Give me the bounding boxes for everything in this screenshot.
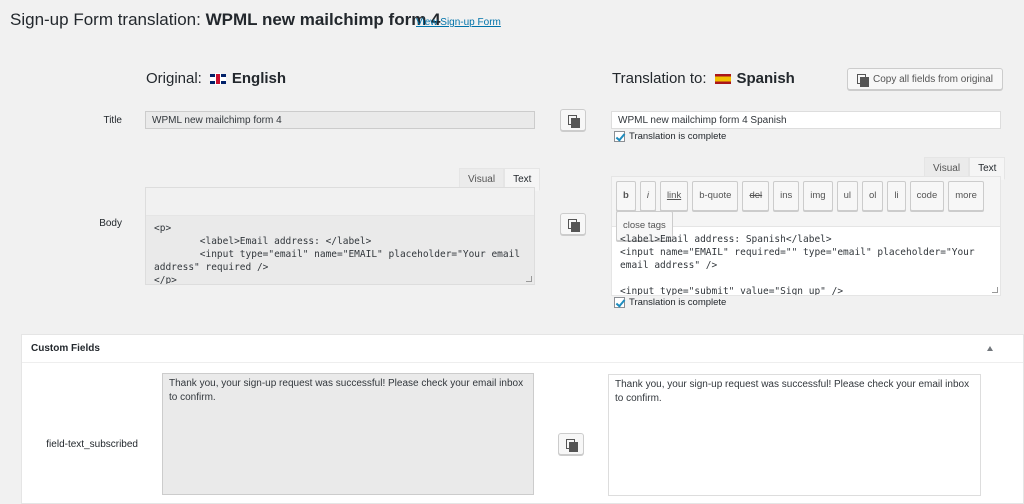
qt-ul-button[interactable]: ul	[836, 181, 858, 211]
page-title-prefix: Sign-up Form translation:	[10, 10, 201, 29]
form-name: WPML new mailchimp form 4	[205, 10, 441, 29]
copy-custom-field-button[interactable]	[558, 433, 584, 455]
qt-more-button[interactable]: more	[948, 181, 984, 211]
copy-body-button[interactable]	[560, 213, 586, 235]
copy-all-fields-button[interactable]: Copy all fields from original	[847, 68, 1003, 90]
translated-body-editor[interactable]: b i link b-quote del ins img ul ol li code more clo…	[611, 176, 1001, 296]
qt-link-button[interactable]: link	[659, 181, 689, 211]
title-complete-label: Translation is complete	[629, 131, 727, 142]
resize-handle[interactable]	[992, 287, 998, 293]
translation-language: Spanish	[736, 70, 795, 87]
page-title: Sign-up Form translation: WPML new mailc…	[10, 10, 441, 30]
original-editor-toolbar	[146, 188, 534, 216]
qt-bold-button[interactable]: b	[616, 181, 636, 211]
copy-icon	[856, 73, 869, 87]
original-language-header: Original: English	[146, 70, 286, 87]
title-row-label: Title	[103, 115, 122, 126]
qt-img-button[interactable]: img	[803, 181, 833, 211]
translation-label: Translation to:	[612, 70, 707, 87]
custom-fields-title: Custom Fields	[31, 343, 100, 354]
original-language: English	[231, 70, 287, 87]
custom-fields-header[interactable]: Custom Fields	[22, 335, 1023, 363]
spain-flag-icon	[714, 73, 731, 84]
quicktags-toolbar: b i link b-quote del ins img ul ol li code more clo…	[612, 177, 1000, 241]
copy-icon	[568, 218, 580, 232]
qt-italic-button[interactable]: i	[639, 181, 656, 211]
original-body-code: <p> <label>Email address: </label> <inpu…	[154, 223, 521, 284]
qt-ol-button[interactable]: ol	[862, 181, 884, 211]
copy-title-button[interactable]	[560, 109, 586, 131]
collapse-arrow-icon[interactable]	[987, 346, 993, 351]
qt-li-button[interactable]: li	[887, 181, 906, 211]
body-complete-label: Translation is complete	[629, 297, 727, 308]
original-custom-field: Thank you, your sign-up request was succ…	[162, 373, 534, 495]
custom-field-label: field-text_subscribed	[46, 439, 138, 450]
checkbox-checked-icon[interactable]	[614, 297, 625, 308]
body-row-label: Body	[99, 218, 122, 229]
copy-icon	[568, 114, 580, 128]
body-complete-checkbox[interactable]: Translation is complete	[614, 297, 726, 308]
qt-del-button[interactable]: del	[742, 181, 770, 211]
original-title-field: WPML new mailchimp form 4	[145, 111, 535, 129]
qt-ins-button[interactable]: ins	[773, 181, 800, 211]
copy-all-label: Copy all fields from original	[872, 73, 994, 85]
original-label: Original:	[146, 70, 202, 87]
copy-icon	[566, 438, 578, 452]
translated-custom-field[interactable]: Thank you, your sign-up request was succ…	[608, 374, 981, 496]
translated-title-input[interactable]: WPML new mailchimp form 4 Spanish	[611, 111, 1001, 129]
resize-handle[interactable]	[526, 276, 532, 282]
title-complete-checkbox[interactable]: Translation is complete	[614, 131, 726, 142]
translation-language-header: Translation to: Spanish	[612, 70, 795, 87]
uk-flag-icon	[209, 73, 226, 84]
translated-body-code[interactable]: <label>Email address: Spanish</label> <i…	[612, 227, 1000, 295]
original-body-editor: <p> <label>Email address: </label> <inpu…	[145, 187, 535, 285]
qt-code-button[interactable]: code	[909, 181, 945, 211]
qt-bquote-button[interactable]: b-quote	[692, 181, 739, 211]
view-signup-form-link[interactable]: View Sign-up Form	[416, 17, 501, 28]
checkbox-checked-icon[interactable]	[614, 131, 625, 142]
